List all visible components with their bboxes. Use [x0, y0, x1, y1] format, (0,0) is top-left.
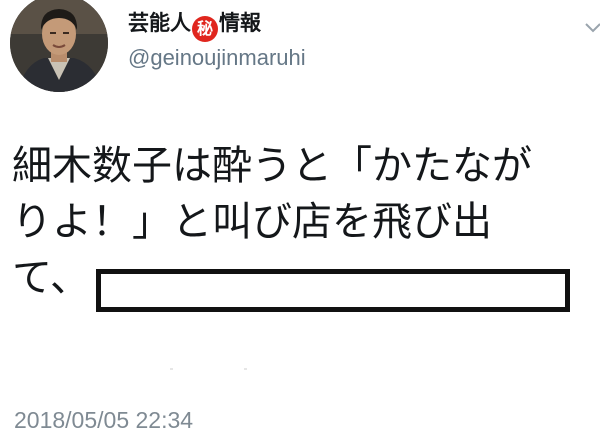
user-handle[interactable]: @geinoujinmaruhi	[128, 45, 306, 71]
redacted-text-box	[96, 269, 570, 312]
tweet-line-2: りよ！」と叫び店を飛び出	[12, 199, 492, 245]
speck-mark	[170, 368, 173, 370]
tweet-timestamp[interactable]: 2018/05/05 22:34	[14, 407, 193, 434]
profile-photo	[10, 0, 108, 92]
speck-mark	[244, 368, 247, 370]
display-name-part1: 芸能人	[128, 11, 191, 35]
avatar[interactable]	[10, 0, 108, 92]
display-name-part2: 情報	[219, 11, 261, 35]
secret-badge-icon: 秘	[192, 16, 218, 42]
chevron-down-icon[interactable]	[583, 18, 600, 38]
display-name[interactable]: 芸能人秘情報	[128, 9, 261, 42]
tweet-line-1: 細木数子は酔うと「かたなが	[12, 143, 532, 189]
